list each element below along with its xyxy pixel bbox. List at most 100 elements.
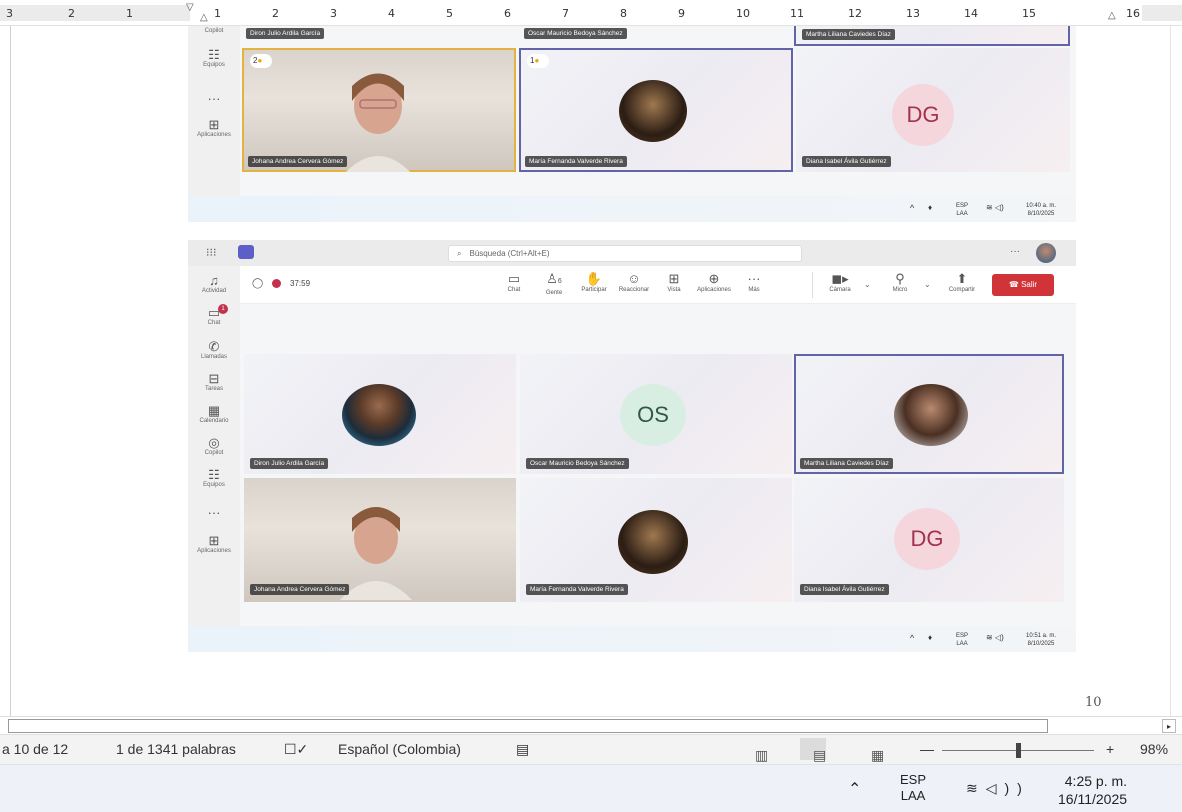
rail-tasks[interactable]: ⊟ Tareas [188,372,240,393]
language-status[interactable]: Español (Colombia) [338,741,461,757]
rail-calls[interactable]: ✆ Llamadas [188,340,240,361]
video-tile-diana: DG Diana Isabel Ávila Gutiérrez [796,48,1070,172]
apps-icon: ⊞ [208,533,220,548]
page-number: 10 [1085,695,1102,710]
app-launcher-icon[interactable]: ⁝⁝⁝ [206,246,217,259]
participant-name: María Fernanda Valverde Rivera [526,584,628,595]
tool-apps[interactable]: ⊕ Aplicaciones [694,271,734,293]
mini-taskbar: ^ ♦ ESP LAA ≋ ◁) 10:51 a. m. 8/10/2025 [188,626,1076,652]
ruler-label: 7 [562,7,569,20]
leave-button[interactable]: ☎ Salir [992,274,1054,296]
ruler-label: 2 [68,7,75,20]
rail-calendar[interactable]: ▦ Calendario [188,403,240,425]
participant-video [338,66,418,172]
chat-icon: ▭ [507,271,521,286]
word-window: 3 2 1 ▽ △ 1 2 3 4 5 6 7 8 9 10 11 12 13 … [0,0,1182,812]
tool-people[interactable]: ♙6 Gente [534,271,574,296]
participant-name: Diron Julio Ardila García [250,458,329,469]
rail-more: ··· [188,92,240,106]
share-icon: ⬆ [956,271,968,286]
video-tile-martha: Martha Liliana Caviedes Díaz [794,354,1064,474]
recording-icon [272,279,281,288]
scroll-right-icon[interactable]: ▸ [1162,719,1176,733]
web-layout-button[interactable]: ▦ [858,738,884,763]
participant-photo [342,384,416,446]
teams-icon: ☷ [208,47,220,62]
chevron-down-icon[interactable]: ⌄ [924,280,931,289]
chevron-down-icon[interactable]: ⌄ [864,280,871,289]
read-mode-button[interactable]: ▥ [742,738,768,763]
people-icon: ♙6 [546,271,562,286]
rail-chat[interactable]: ▭ Chat 1 [188,304,240,326]
phone-hangup-icon: ☎ [1008,280,1022,289]
more-icon[interactable]: ··· [1010,246,1020,257]
zoom-level[interactable]: 98% [1140,741,1168,757]
rail-activity[interactable]: ♫ Actividad [188,274,240,295]
proofing-icon[interactable]: ☐✓ [284,741,308,758]
share-button[interactable]: ⬆ Compartir [942,271,982,293]
ruler-label: 3 [6,7,13,20]
status-bar: a 10 de 12 1 de 1341 palabras ☐✓ Español… [0,734,1182,764]
raised-hand-badge: 2● [250,54,272,68]
video-tile-johana: 2● Johana Andrea Cervera Gómez [242,48,516,172]
rail-teams[interactable]: ☷ Equipos [188,468,240,489]
right-indent-icon[interactable]: △ [1108,10,1116,21]
mic-off-icon: ⚲ [895,271,905,286]
participant-name: Martha Liliana Caviedes Díaz [800,458,893,469]
word-count[interactable]: 1 de 1341 palabras [116,741,236,757]
participant-name: Diana Isabel Ávila Gutiérrez [802,156,891,167]
hanging-indent-icon[interactable]: △ [200,12,208,23]
mini-taskbar: ^ ♦ ESP LAA ≋ ◁) 10:40 a. m. 8/10/2025 [188,196,1076,222]
rail-apps[interactable]: ⊞ Aplicaciones [188,533,240,555]
horizontal-ruler[interactable]: 3 2 1 ▽ △ 1 2 3 4 5 6 7 8 9 10 11 12 13 … [0,0,1182,26]
teams-rail: ♫ Actividad ▭ Chat 1 ✆ Llamadas ⊟ Tareas ▦ Ca… [188,266,240,626]
meeting-timer: 37:59 [290,279,311,288]
page-icon: ▤ [813,747,827,763]
zoom-out-button[interactable]: — [920,741,934,757]
tool-more[interactable]: ··· Más [734,271,774,293]
ruler-label: 14 [964,7,978,20]
tool-raise-hand[interactable]: ✋ Participar [574,271,614,293]
page-count[interactable]: a 10 de 12 [2,741,68,757]
zoom-in-button[interactable]: + [1106,741,1114,757]
print-layout-button[interactable]: ▤ [800,738,826,763]
smile-icon: ☺ [627,271,641,286]
more-icon: ··· [207,505,221,520]
network-volume-icons[interactable]: ≋◁)) [966,780,1030,797]
search-input[interactable]: ⌕ Búsqueda (Ctrl+Alt+E) [448,245,802,262]
horizontal-scrollbar[interactable]: ▸ [0,716,1182,734]
zoom-slider-thumb[interactable] [1016,743,1021,758]
teams-logo-icon [238,245,254,259]
windows-taskbar: ⌃ ESP LAA ≋◁)) 4:25 p. m. 16/11/2025 [0,764,1182,812]
mic-button[interactable]: ⚲ Micro [880,271,920,293]
rail-apps: ⊞ Aplicaciones [188,118,240,139]
avatar[interactable] [1036,243,1056,263]
accessibility-icon[interactable]: ▤ [516,741,529,758]
tool-react[interactable]: ☺ Reaccionar [614,271,654,293]
apps-icon: ⊕ [708,271,720,286]
system-clock[interactable]: 4:25 p. m. 16/11/2025 [1058,772,1127,808]
teams-titlebar: ⁝⁝⁝ ⌕ Búsqueda (Ctrl+Alt+E) ··· [188,240,1076,266]
participant-initials: DG [892,84,954,146]
video-tile-maria: 1● María Fernanda Valverde Rivera [519,48,793,172]
camera-button[interactable]: ◼▸ Cámara [820,271,860,293]
participant-photo [618,510,688,574]
mini-lang: ESP LAA [956,633,969,647]
scrollbar-thumb[interactable] [8,719,1048,733]
vertical-scrollbar[interactable] [1170,26,1182,716]
mic-icon: ♦ [928,633,933,642]
ruler-label: 15 [1022,7,1036,20]
participant-name: María Fernanda Valverde Rivera [525,156,627,167]
tool-view[interactable]: ⊞ Vista [654,271,694,293]
chat-badge: 1 [218,304,228,314]
indent-marker-icon[interactable]: ▽ [186,2,194,13]
rail-copilot[interactable]: ◎ Copilot [188,436,240,457]
ruler-label: 16 [1126,7,1140,20]
input-language[interactable]: ESP LAA [900,772,926,804]
rail-more[interactable]: ··· [188,506,240,520]
tool-chat[interactable]: ▭ Chat [494,271,534,293]
rail-teams: ☷ Equipos [188,47,240,69]
hand-icon: ● [534,56,540,65]
calendar-icon: ▦ [207,403,221,418]
chevron-up-icon[interactable]: ⌃ [848,779,861,799]
